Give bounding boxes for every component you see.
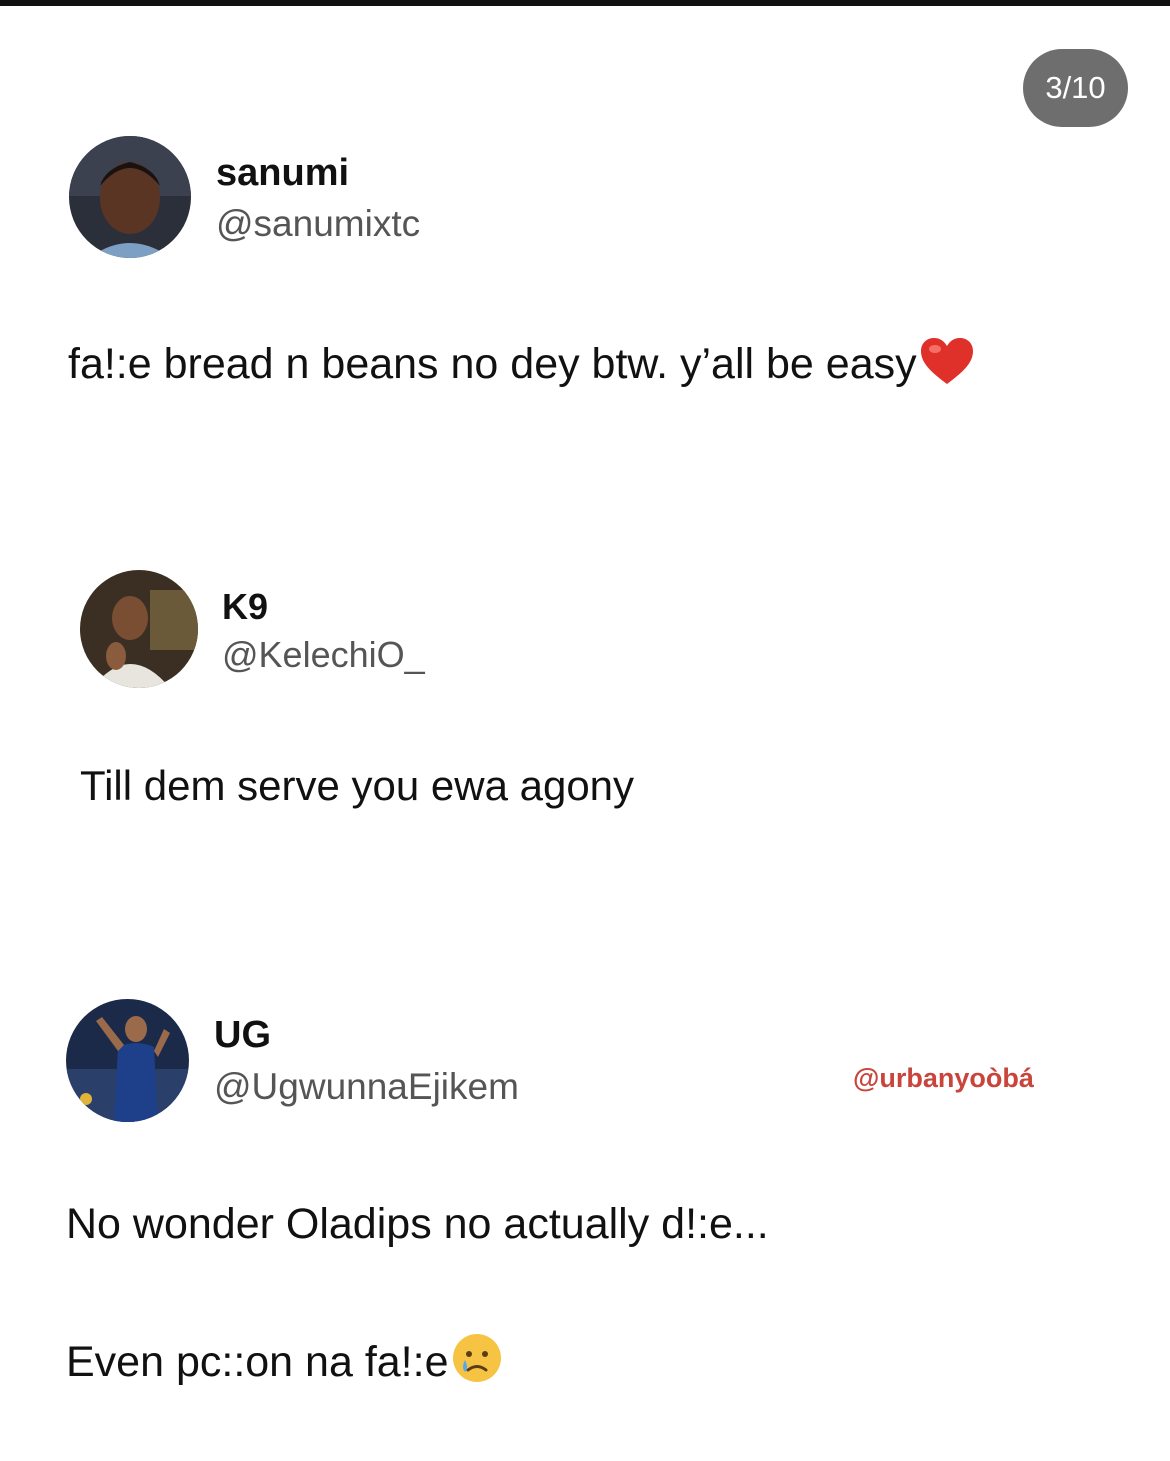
avatar[interactable] [80,570,198,688]
avatar[interactable] [66,999,189,1122]
display-name: K9 [222,586,269,627]
tweet-line: fa!:e bread n beans no dey btw. y’all be… [68,340,917,388]
user-handle[interactable]: @UgwunnaEjikem [214,1066,519,1108]
display-name: sanumi [216,152,350,194]
tweet-text: No wonder Oladips no actually d!:e... [66,1200,769,1249]
red-heart-icon [919,336,975,397]
profile-photo-icon [80,570,198,688]
tweet-line: Till dem serve you ewa agony [80,762,635,809]
tweet-text: Even pc::on na fa!:e [66,1332,503,1395]
profile-photo-icon [66,999,189,1122]
top-border [0,0,1170,6]
tweet-text: fa!:e bread n beans no dey btw. y’all be… [68,336,975,397]
user-handle[interactable]: @KelechiO_ [222,634,425,676]
tweet-text: Till dem serve you ewa agony [80,762,634,810]
watermark-label: @urbanyoòbá [853,1063,1034,1093]
profile-photo-icon [69,136,191,258]
story-counter-badge: 3/10 [1023,49,1128,127]
avatar[interactable] [69,136,191,258]
display-name: UG [214,1014,271,1056]
user-handle[interactable]: @sanumixtc [216,203,420,245]
sad-tear-face-icon [451,1332,503,1395]
tweet-line: Even pc::on na fa!:e [66,1338,449,1386]
tweet-line: No wonder Oladips no actually d!:e... [66,1200,769,1248]
